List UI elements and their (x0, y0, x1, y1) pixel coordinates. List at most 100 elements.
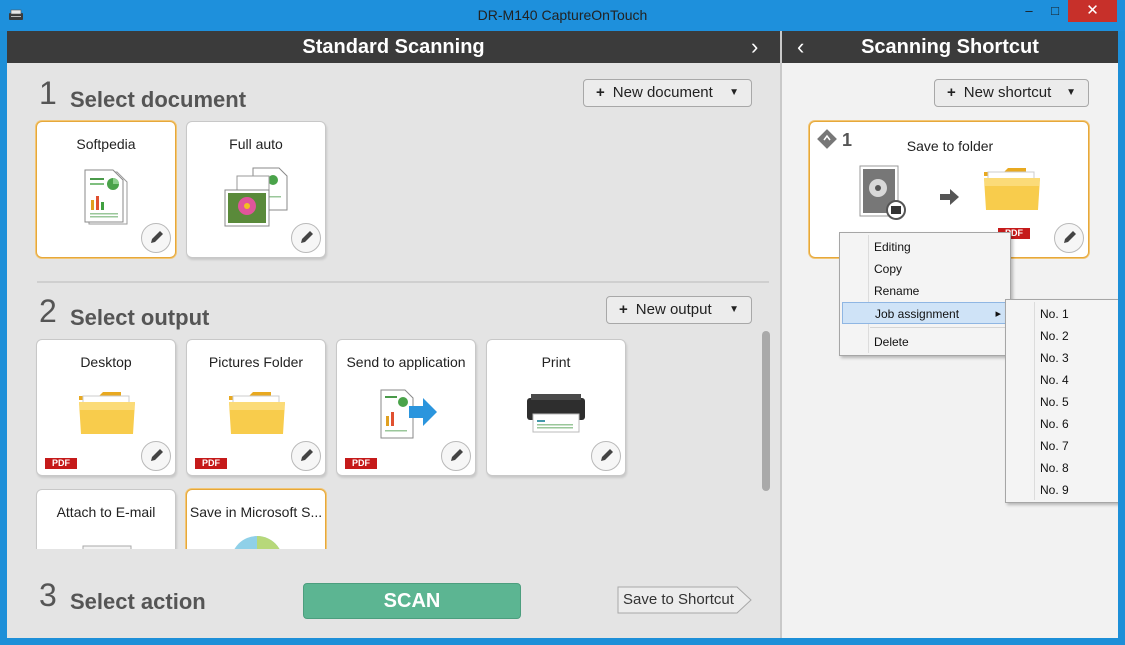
section1-number: 1 (39, 75, 57, 111)
output-card-send-to-application[interactable]: Send to application PDF (336, 339, 476, 476)
photo-document-icon (859, 165, 906, 220)
output-card-label: Pictures Folder (208, 354, 304, 370)
edit-pencil-button[interactable] (141, 223, 171, 253)
submenu-item-no6[interactable]: No. 6 (1006, 413, 1118, 435)
dropdown-caret-icon: ▼ (729, 304, 739, 315)
edit-pencil-button[interactable] (1054, 223, 1084, 253)
menu-item-delete[interactable]: Delete (840, 331, 1010, 353)
submenu-item-no9[interactable]: No. 9 (1006, 479, 1118, 501)
collapse-left-chevron-icon[interactable]: ‹ (797, 34, 804, 60)
submenu-item-no2[interactable]: No. 2 (1006, 325, 1118, 347)
shortcut-label: Save to folder (906, 138, 994, 154)
submenu-item-no3[interactable]: No. 3 (1006, 347, 1118, 369)
new-shortcut-label: New shortcut (963, 84, 1052, 101)
pencil-icon (151, 231, 163, 243)
submenu-item-no1[interactable]: No. 1 (1006, 303, 1118, 325)
scanning-shortcut-title: Scanning Shortcut (861, 36, 1039, 58)
scanning-shortcut-header: Scanning Shortcut (782, 31, 1118, 63)
document-chart-icon (84, 169, 128, 225)
plus-icon: + (596, 84, 605, 101)
standard-scanning-title: Standard Scanning (302, 36, 485, 58)
pencil-icon (601, 449, 613, 461)
menu-separator (870, 327, 1008, 328)
output-card-print[interactable]: Print (486, 339, 626, 476)
section3-number: 3 (39, 577, 57, 613)
pdf-badge: PDF (345, 458, 377, 469)
pdf-badge: PDF (45, 458, 77, 469)
new-document-button[interactable]: + New document ▼ (583, 79, 752, 107)
pencil-icon (301, 231, 313, 243)
pencil-icon (1064, 231, 1076, 243)
section1-title: Select document (70, 87, 247, 112)
section3-title: Select action (70, 589, 206, 614)
section-separator (37, 281, 769, 283)
menu-item-rename[interactable]: Rename (840, 280, 1010, 302)
save-to-shortcut-label: Save to Shortcut (623, 591, 734, 608)
pencil-icon (301, 449, 313, 461)
dropdown-caret-icon: ▼ (1066, 87, 1076, 98)
plus-icon: + (947, 84, 956, 101)
edit-pencil-button[interactable] (141, 441, 171, 471)
window-title: DR-M140 CaptureOnTouch (477, 7, 648, 23)
email-icon (82, 545, 132, 549)
output-card-save-microsoft[interactable]: Save in Microsoft S... (186, 489, 326, 549)
output-card-pictures-folder[interactable]: Pictures Folder PDF (186, 339, 326, 476)
arrow-right-icon (940, 189, 959, 205)
output-card-label: Print (541, 354, 571, 370)
folder-icon (79, 392, 135, 434)
maximize-button[interactable]: □ (1042, 0, 1068, 22)
save-to-shortcut-button[interactable]: Save to Shortcut (617, 586, 752, 614)
document-card-label: Softpedia (76, 136, 136, 152)
section2-number: 2 (39, 293, 57, 329)
output-card-desktop[interactable]: Desktop PDF (36, 339, 176, 476)
submenu-item-no5[interactable]: No. 5 (1006, 391, 1118, 413)
edit-pencil-button[interactable] (291, 223, 321, 253)
pencil-icon (151, 449, 163, 461)
edit-pencil-button[interactable] (291, 441, 321, 471)
output-row2-viewport: Attach to E-mail Save in Microsoft S... (7, 483, 762, 549)
job-assignment-submenu: No. 1 No. 2 No. 3 No. 4 No. 5 No. 6 No. … (1005, 299, 1118, 503)
new-output-button[interactable]: + New output ▼ (606, 296, 752, 324)
shortcut-number: 1 (842, 130, 853, 150)
app-client-area: Standard Scanning › Scanning Shortcut ‹ … (7, 31, 1118, 638)
printer-icon (527, 394, 585, 433)
section2-title: Select output (70, 305, 210, 330)
collapse-right-chevron-icon[interactable]: › (751, 34, 758, 60)
menu-item-editing[interactable]: Editing (840, 236, 1010, 258)
edit-pencil-button[interactable] (591, 441, 621, 471)
submenu-item-no7[interactable]: No. 7 (1006, 435, 1118, 457)
output-scrollbar-thumb[interactable] (762, 331, 770, 491)
shortcut-context-menu: Editing Copy Rename Job assignment ▸ Del… (839, 232, 1011, 356)
output-card-label: Save in Microsoft S... (189, 504, 323, 520)
standard-scanning-header: Standard Scanning (7, 31, 780, 63)
output-card-label: Attach to E-mail (56, 504, 156, 520)
edit-pencil-button[interactable] (441, 441, 471, 471)
title-bar: DR-M140 CaptureOnTouch – □ ✕ (0, 0, 1125, 31)
folder-icon (984, 168, 1040, 210)
sharepoint-icon (234, 536, 280, 549)
send-document-icon (380, 389, 437, 439)
minimize-button[interactable]: – (1016, 0, 1042, 22)
menu-item-copy[interactable]: Copy (840, 258, 1010, 280)
menu-item-job-assignment[interactable]: Job assignment ▸ (842, 302, 1008, 324)
submenu-item-no8[interactable]: No. 8 (1006, 457, 1118, 479)
pdf-badge: PDF (195, 458, 227, 469)
new-output-label: New output (635, 301, 712, 318)
folder-icon (229, 392, 285, 434)
shortcut-diamond-icon (817, 129, 837, 149)
document-card-softpedia[interactable]: Softpedia (36, 121, 176, 258)
output-card-label: Desktop (80, 354, 132, 370)
document-card-label: Full auto (229, 136, 283, 152)
plus-icon: + (619, 301, 628, 318)
submenu-arrow-icon: ▸ (995, 308, 1001, 320)
new-shortcut-button[interactable]: + New shortcut ▼ (934, 79, 1089, 107)
submenu-item-no4[interactable]: No. 4 (1006, 369, 1118, 391)
output-card-attach-email[interactable]: Attach to E-mail (36, 489, 176, 549)
scan-button[interactable]: SCAN (303, 583, 521, 619)
close-button[interactable]: ✕ (1068, 0, 1117, 22)
document-card-full-auto[interactable]: Full auto (186, 121, 326, 258)
documents-photo-icon (224, 167, 288, 227)
pencil-icon (451, 449, 463, 461)
output-card-label: Send to application (346, 354, 466, 370)
dropdown-caret-icon: ▼ (729, 87, 739, 98)
